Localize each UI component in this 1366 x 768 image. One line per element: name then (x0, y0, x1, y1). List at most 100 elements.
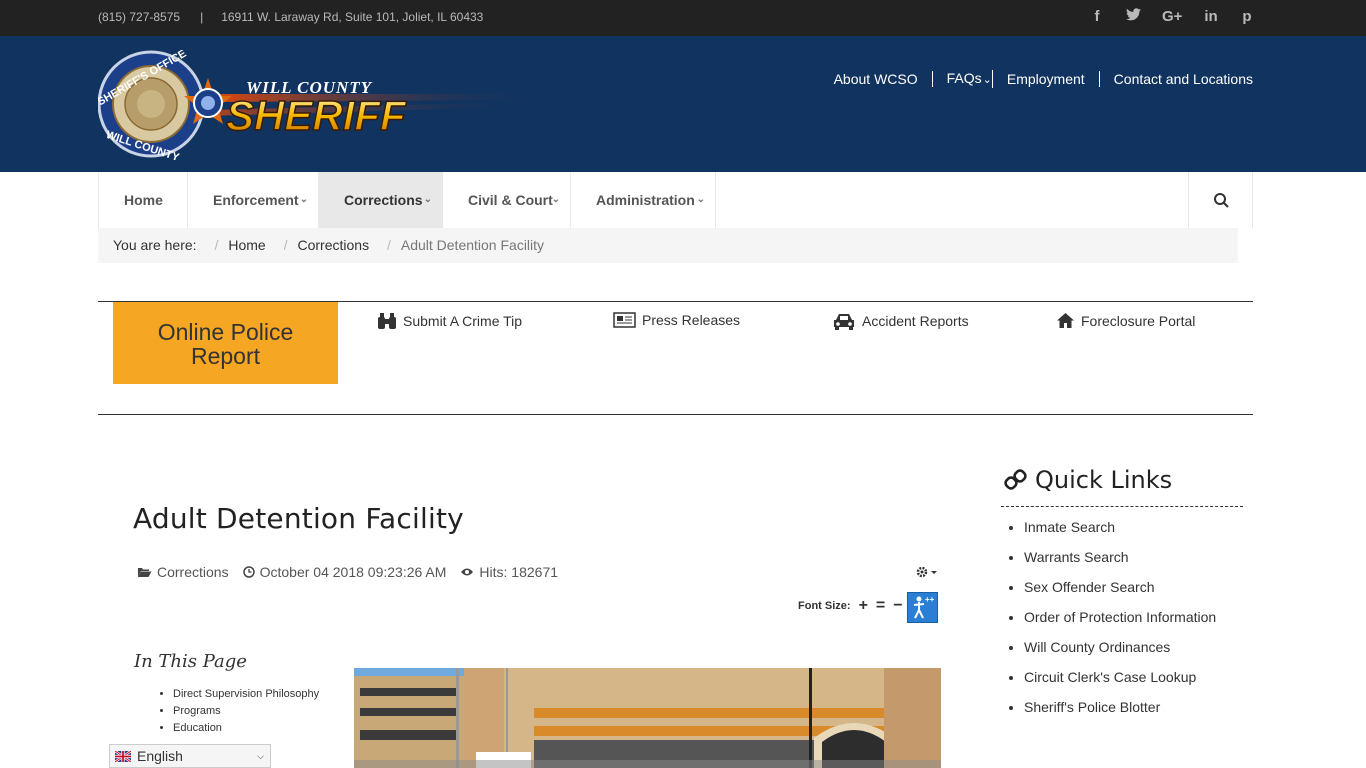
nav-label: Civil & Court (468, 192, 553, 208)
quick-access-bar: Online Police Report Submit A Crime Tip … (98, 301, 1253, 415)
online-police-report-button[interactable]: Online Police Report (113, 302, 338, 384)
quick-links-sidebar: Quick Links Inmate Search Warrants Searc… (1001, 464, 1243, 717)
quick-link-label: Submit A Crime Tip (403, 313, 523, 329)
in-this-page-heading: In This Page (134, 651, 247, 672)
page-title: Adult Detention Facility (133, 502, 464, 535)
toc-item[interactable]: Education (173, 722, 319, 734)
in-this-page-list: Direct Supervision Philosophy Programs E… (158, 688, 319, 739)
article-hits: Hits: 182671 (460, 564, 558, 580)
nav-label: Administration (596, 192, 695, 208)
online-police-report-label: Online Police Report (157, 319, 294, 369)
binoculars-icon (378, 313, 396, 329)
twitter-icon[interactable] (1126, 8, 1141, 25)
chevron-down-icon: ⌵ (257, 750, 264, 761)
language-selector[interactable]: English ⌵ (109, 744, 271, 768)
main-navigation: Home Enforcement ⌄ Corrections ⌄ Civil & C… (98, 172, 1253, 228)
chevron-down-icon: ⌄ (423, 194, 432, 205)
contact-info: (815) 727-8575 | 16911 W. Laraway Rd, Suit… (98, 10, 483, 24)
chevron-down-icon: ⌄ (696, 194, 705, 205)
nav-item-enforcement[interactable]: Enforcement ⌄ (188, 172, 319, 228)
breadcrumb-home[interactable]: Home (228, 237, 265, 253)
car-icon (834, 314, 854, 330)
article-category: Corrections (137, 564, 229, 580)
quick-link-label: Press Releases (642, 312, 741, 328)
toc-item[interactable]: Direct Supervision Philosophy (173, 688, 319, 700)
search-icon (1214, 193, 1229, 208)
toc-item[interactable]: Programs (173, 705, 319, 717)
header-links: About WCSO FAQs⌄ Employment Contact and … (820, 70, 1253, 88)
quick-links-title: Quick Links (1035, 466, 1173, 494)
logo-line2: SHERIFF (226, 92, 407, 139)
breadcrumb: You are here: / Home / Corrections / Adult … (98, 228, 1238, 263)
quick-links-heading: Quick Links (1001, 464, 1243, 507)
faqs-link[interactable]: FAQs⌄ (933, 70, 993, 88)
site-header: SHERIFF'S OFFICE WILL COUNTY WILL COUNTY… (0, 36, 1366, 172)
top-bar: (815) 727-8575 | 16911 W. Laraway Rd, Suit… (0, 0, 1366, 36)
article-tools-button[interactable] (915, 565, 939, 582)
breadcrumb-corrections[interactable]: Corrections (297, 237, 369, 253)
submit-crime-tip-link[interactable]: Submit A Crime Tip (377, 312, 522, 330)
foreclosure-portal-link[interactable]: Foreclosure Portal (1056, 312, 1195, 329)
address: 16911 W. Laraway Rd, Suite 101, Joliet, … (221, 10, 484, 24)
chevron-down-icon: ⌄ (982, 74, 992, 86)
nav-label: Home (124, 192, 163, 208)
quick-link-county-ordinances[interactable]: Will County Ordinances (1024, 637, 1243, 667)
font-decrease-icon[interactable]: − (893, 598, 902, 614)
svg-text:++: ++ (925, 595, 935, 604)
font-reset-icon[interactable]: = (876, 598, 885, 614)
about-wcso-link[interactable]: About WCSO (820, 71, 933, 87)
phone-number[interactable]: (815) 727-8575 (98, 10, 180, 24)
uk-flag-icon (115, 750, 131, 762)
breadcrumb-current: Adult Detention Facility (400, 237, 545, 253)
search-button[interactable] (1188, 172, 1253, 228)
employment-link[interactable]: Employment (993, 71, 1100, 87)
article-date: October 04 2018 09:23:26 AM (242, 564, 447, 580)
nav-item-civil-court[interactable]: Civil & Court ⌄ (443, 172, 571, 228)
facility-photo (354, 668, 941, 768)
quick-link-inmate-search[interactable]: Inmate Search (1024, 517, 1243, 547)
article-meta: Corrections October 04 2018 09:23:26 AM … (137, 564, 558, 580)
pinterest-icon[interactable]: p (1240, 8, 1254, 25)
newspaper-icon (613, 312, 636, 328)
nav-label: Enforcement (213, 192, 299, 208)
breadcrumb-prefix: You are here: (113, 237, 197, 253)
date-text: October 04 2018 09:23:26 AM (259, 564, 447, 580)
contact-separator: | (200, 10, 204, 24)
breadcrumb-divider: / (214, 237, 219, 253)
linkedin-icon[interactable]: in (1204, 8, 1218, 25)
accessibility-button[interactable]: ++ (907, 592, 938, 623)
contact-locations-link[interactable]: Contact and Locations (1100, 71, 1253, 87)
social-links: f G+ in p (1090, 8, 1254, 25)
language-value: English (137, 748, 183, 764)
category-link[interactable]: Corrections (157, 564, 229, 580)
detention-facility-image (354, 668, 941, 768)
gear-icon (916, 566, 937, 578)
nav-item-corrections[interactable]: Corrections ⌄ (319, 172, 443, 228)
quick-link-warrants-search[interactable]: Warrants Search (1024, 547, 1243, 577)
font-increase-icon[interactable]: + (859, 598, 868, 614)
link-icon (1004, 469, 1027, 490)
quick-link-case-lookup[interactable]: Circuit Clerk's Case Lookup (1024, 667, 1243, 697)
clock-icon (242, 566, 255, 578)
facebook-icon[interactable]: f (1090, 8, 1104, 25)
quick-link-order-of-protection[interactable]: Order of Protection Information (1024, 607, 1243, 637)
font-size-controls: Font Size: + = − (798, 598, 903, 614)
nav-item-administration[interactable]: Administration ⌄ (571, 172, 716, 228)
quick-link-police-blotter[interactable]: Sheriff's Police Blotter (1024, 697, 1243, 717)
hits-text: Hits: 182671 (479, 564, 559, 580)
font-size-label: Font Size: (798, 600, 851, 612)
nav-label: Corrections (344, 192, 423, 208)
accident-reports-link[interactable]: Accident Reports (832, 312, 969, 330)
google-plus-icon[interactable]: G+ (1162, 8, 1182, 25)
quick-link-sex-offender-search[interactable]: Sex Offender Search (1024, 577, 1243, 607)
press-releases-link[interactable]: Press Releases (613, 312, 740, 328)
accessibility-icon: ++ (913, 595, 935, 619)
nav-item-home[interactable]: Home (99, 172, 188, 228)
breadcrumb-divider: / (386, 237, 391, 253)
will-county-sheriff-logo[interactable]: SHERIFF'S OFFICE WILL COUNTY WILL COUNTY… (96, 48, 548, 164)
chevron-down-icon: ⌄ (299, 194, 308, 205)
quick-link-label: Accident Reports (862, 313, 969, 329)
home-icon (1057, 313, 1074, 328)
quick-link-label: Foreclosure Portal (1081, 312, 1196, 329)
breadcrumb-divider: / (283, 237, 288, 253)
